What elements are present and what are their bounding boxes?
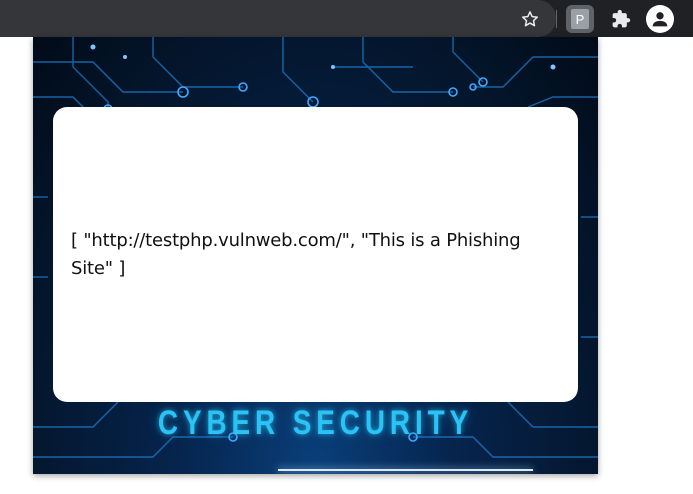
- extension-popup: [ "http://testphp.vulnweb.com/", "This i…: [33, 37, 598, 474]
- glow-line: [278, 469, 533, 471]
- extension-p-icon[interactable]: P: [566, 5, 594, 33]
- address-bar-end[interactable]: [0, 0, 556, 37]
- puzzle-icon[interactable]: [607, 5, 635, 33]
- cyber-security-banner: CYBER SECURITY: [157, 404, 474, 442]
- profile-icon[interactable]: [646, 5, 674, 33]
- browser-toolbar: P: [0, 0, 693, 37]
- star-icon[interactable]: [516, 5, 544, 33]
- message-card: [ "http://testphp.vulnweb.com/", "This i…: [53, 107, 578, 402]
- extension-p-label: P: [571, 9, 589, 29]
- toolbar-separator: [556, 10, 557, 28]
- result-message: [ "http://testphp.vulnweb.com/", "This i…: [71, 229, 521, 279]
